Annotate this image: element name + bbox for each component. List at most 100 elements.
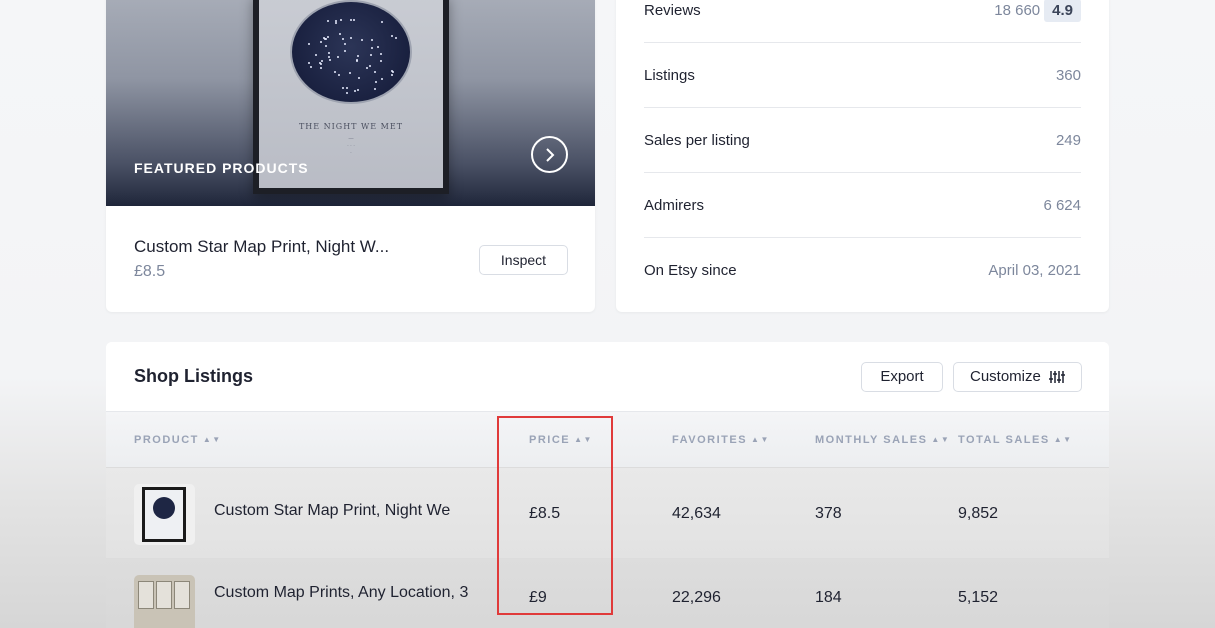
column-header-total-sales[interactable]: TOTAL SALES ▲▼ [958,434,1073,446]
chevron-right-icon [545,147,554,162]
featured-products-label: FEATURED PRODUCTS [134,160,309,176]
poster-subtext: — · · · · [347,136,355,156]
star-dot [380,59,383,62]
star-dot [369,54,372,57]
poster-caption: THE NIGHT WE MET [298,122,404,131]
stat-row-reviews: Reviews 18 660 4.9 [644,0,1081,43]
stat-row-listings: Listings 360 [644,43,1081,108]
stat-label: Listings [644,66,695,84]
star-dot [380,20,383,23]
featured-products-card: THE NIGHT WE MET — · · · · FEATURED PRODUC… [106,0,595,312]
column-header-favorites[interactable]: FAVORITES ▲▼ [672,434,770,446]
star-dot [368,65,371,68]
stat-value: 360 [1055,66,1081,84]
map-print [156,581,172,609]
column-label: FAVORITES [672,434,748,446]
stat-label: Sales per listing [644,131,750,149]
product-name[interactable]: Custom Star Map Print, Night We [214,502,450,520]
star-dot [307,62,310,65]
stat-value: 6 624 [1043,196,1081,214]
stat-row-admirers: Admirers 6 624 [644,173,1081,238]
star-dot [348,71,351,74]
star-dot [345,87,348,90]
column-header-product[interactable]: PRODUCT ▲▼ [134,434,222,446]
stat-label: Reviews [644,1,701,19]
star-dot [340,19,343,22]
customize-button[interactable]: Customize [953,362,1082,392]
star-dot [370,39,373,42]
table-header: PRODUCT ▲▼ PRICE ▲▼ FAVORITES ▲▼ MONTHLY SA… [106,411,1109,467]
star-dot [341,87,344,90]
star-dot [319,41,322,44]
star-dot [339,32,341,35]
star-map-circle [290,0,412,104]
featured-product-title: Custom Star Map Print, Night W... [134,237,390,256]
next-featured-button[interactable] [531,136,568,173]
star-dot [319,66,322,69]
star-dot [377,45,380,48]
product-thumbnail[interactable] [134,484,195,545]
stat-row-sales-per-listing: Sales per listing 249 [644,108,1081,173]
star-dot [334,19,337,22]
favorites-cell: 42,634 [672,505,721,522]
star-dot [320,60,323,63]
star-dot [350,19,353,22]
shop-stats-card: Reviews 18 660 4.9 Listings 360 Sales pe… [616,0,1109,312]
total-sales-cell: 9,852 [958,505,999,522]
column-label: PRICE [529,434,571,446]
stat-row-on-etsy-since: On Etsy since April 03, 2021 [644,238,1081,303]
featured-product-price: £8.5 [134,263,166,280]
star-dot [329,58,332,61]
sort-icon: ▲▼ [202,435,222,444]
column-label: MONTHLY SALES [815,434,928,446]
total-sales-cell: 5,152 [958,589,999,606]
star-dot [357,54,360,57]
featured-product-image[interactable]: THE NIGHT WE MET — · · · · FEATURED PRODUC… [106,0,595,206]
star-dot [381,77,384,80]
star-dot [310,66,313,68]
sort-icon: ▲▼ [931,435,951,444]
stat-label: Admirers [644,196,705,214]
product-name[interactable]: Custom Map Prints, Any Location, 3 [214,584,468,602]
star-dot [334,22,337,25]
star-dot [328,55,331,58]
sliders-icon [1049,371,1066,384]
column-label: TOTAL SALES [958,434,1050,446]
map-print [174,581,190,609]
reviews-count: 18 660 [994,1,1041,19]
column-header-monthly-sales[interactable]: MONTHLY SALES ▲▼ [815,434,950,446]
star-dot [324,45,327,48]
table-row[interactable]: Custom Star Map Print, Night We £8.5 42,… [106,467,1109,558]
column-header-price[interactable]: PRICE ▲▼ [529,434,593,446]
star-dot [361,39,364,42]
star-dot [356,88,359,91]
star-dot [375,81,378,84]
star-dot [354,90,357,93]
star-dot [391,70,394,73]
price-cell: £8.5 [529,505,561,522]
star-map-dot [153,497,175,519]
star-dot [355,58,358,61]
price-cell: £9 [529,589,547,606]
listings-header: Shop Listings Export Customize [106,342,1109,411]
star-dot [357,76,360,79]
star-dot [350,37,353,40]
star-dot [374,70,377,73]
rating-badge: 4.9 [1044,0,1081,22]
stat-value: 249 [1055,131,1081,149]
product-thumbnail[interactable] [134,575,195,628]
star-dot [337,55,340,58]
inspect-button[interactable]: Inspect [479,245,568,275]
customize-label: Customize [969,368,1041,385]
star-dot [334,71,337,74]
star-dot [319,62,322,65]
export-button[interactable]: Export [861,362,943,392]
table-row[interactable]: Custom Map Prints, Any Location, 3 £9 22… [106,558,1109,628]
stat-label: On Etsy since [644,262,737,279]
star-dot [327,19,330,22]
sort-icon: ▲▼ [1053,435,1073,444]
star-dot [390,35,393,38]
sort-icon: ▲▼ [751,435,770,444]
map-print [138,581,154,609]
star-dot [338,73,341,76]
